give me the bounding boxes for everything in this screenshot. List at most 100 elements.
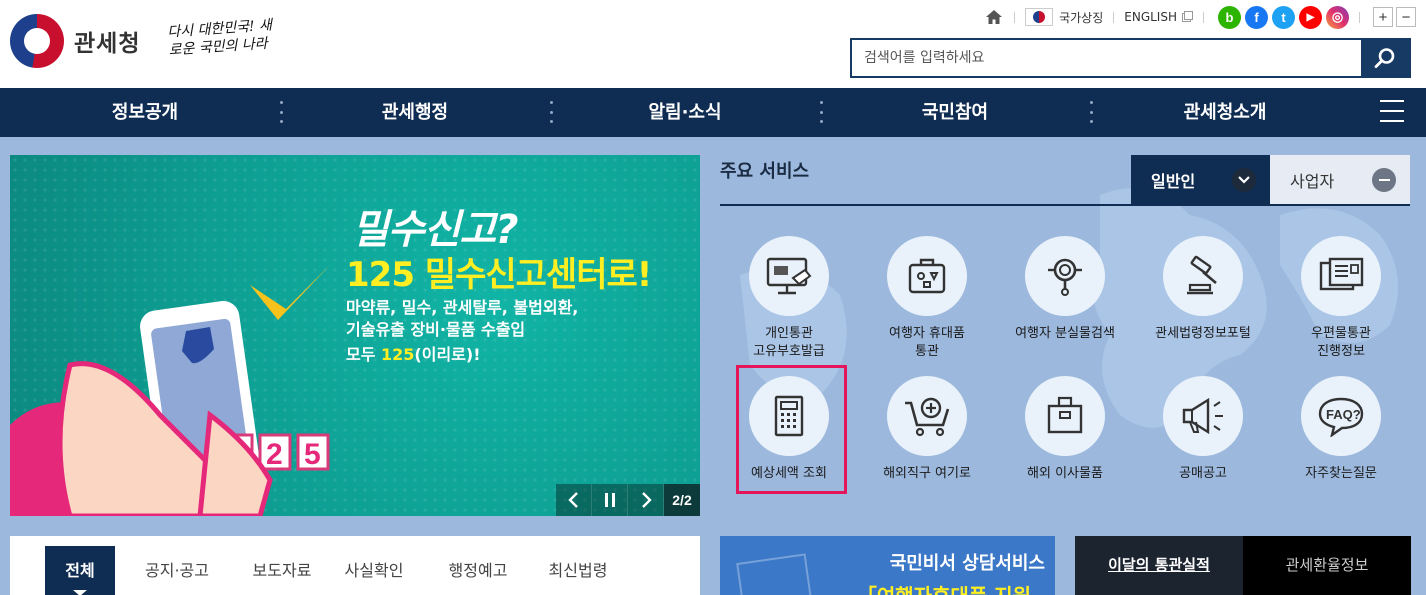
- banner-highlight: 125: [381, 345, 415, 364]
- nav-about[interactable]: 관세청소개: [1105, 88, 1345, 137]
- service-label: 관세법령정보포털: [1155, 326, 1251, 341]
- twitter-icon[interactable]: t: [1272, 5, 1295, 29]
- youtube-icon[interactable]: ▶: [1299, 5, 1322, 29]
- minus-icon: [1372, 168, 1396, 192]
- service-moving-goods[interactable]: 해외 이사물품: [996, 376, 1134, 483]
- box-icon: [1025, 376, 1105, 456]
- search-box: [850, 38, 1411, 78]
- facebook-icon[interactable]: f: [1245, 5, 1268, 29]
- blog-icon[interactable]: b: [1218, 5, 1241, 29]
- banner-text: (이리로)!: [414, 345, 481, 364]
- zoom-in-button[interactable]: +: [1373, 7, 1393, 27]
- banner-description-line: 기술유출 장비·물품 수출입: [346, 320, 526, 339]
- service-label: 해외직구 여기로: [883, 466, 971, 481]
- slide-controls: 2/2: [556, 484, 700, 516]
- service-label: 공매공고: [1179, 466, 1227, 481]
- tab-business[interactable]: 사업자: [1270, 155, 1410, 204]
- megaphone-icon: [1163, 376, 1243, 456]
- tab-general-public[interactable]: 일반인: [1131, 155, 1270, 204]
- english-link[interactable]: ENGLISH: [1124, 10, 1177, 24]
- phone-digit: 5: [304, 438, 321, 471]
- faq-icon: FAQ?: [1301, 376, 1381, 456]
- nav-info-disclosure[interactable]: 정보공개: [25, 88, 265, 137]
- tab-label: 이달의 통관실적: [1108, 556, 1210, 574]
- phone-digit: 2: [266, 438, 283, 471]
- tab-label: 사업자: [1290, 171, 1335, 191]
- tab-latest-laws[interactable]: 최신법령: [528, 536, 628, 595]
- nav-divider: [819, 101, 823, 123]
- chevron-left-icon: [567, 492, 578, 508]
- tab-label: 일반인: [1151, 171, 1196, 191]
- service-faq[interactable]: FAQ? 자주찾는질문: [1272, 376, 1410, 483]
- national-symbol-link[interactable]: 국가상징: [1059, 9, 1103, 26]
- service-postal-customs[interactable]: 우편물통관 진행정보: [1272, 236, 1410, 361]
- search-input[interactable]: [852, 40, 1361, 76]
- service-direct-purchase[interactable]: 해외직구 여기로: [858, 376, 996, 483]
- hamburger-menu-icon[interactable]: [1380, 100, 1404, 122]
- service-traveler-luggage[interactable]: 여행자 휴대품 통관: [858, 236, 996, 361]
- banner-description-last: 모두 125(이리로)!: [346, 341, 481, 365]
- counsel-title: 국민비서 상담서비스: [889, 553, 1045, 574]
- nav-participation[interactable]: 국민참여: [835, 88, 1075, 137]
- service-lost-and-found[interactable]: 여행자 분실물검색: [996, 236, 1134, 343]
- header: 관세청 다시 대한민국! 새로운 국민의 나라 국가상징 ENGLISH b f…: [0, 0, 1426, 88]
- service-public-auction[interactable]: 공매공고: [1134, 376, 1272, 483]
- service-law-portal[interactable]: 관세법령정보포털: [1134, 236, 1272, 343]
- divider: [1359, 11, 1360, 23]
- chevron-down-icon: [1232, 168, 1256, 192]
- search-button[interactable]: [1361, 40, 1409, 76]
- tab-all[interactable]: 전체: [45, 546, 115, 595]
- tab-monthly-clearance[interactable]: 이달의 통관실적: [1075, 536, 1243, 595]
- divider: [1014, 11, 1016, 23]
- notice-board: 전체 공지·공고 보도자료 사실확인 행정예고 최신법령: [10, 536, 700, 595]
- nav-divider: [279, 101, 283, 123]
- tab-admin-notice[interactable]: 행정예고: [428, 536, 528, 595]
- nav-customs-admin[interactable]: 관세행정: [295, 88, 535, 137]
- flag-icon: [1025, 8, 1054, 26]
- nav-news[interactable]: 알림·소식: [565, 88, 805, 137]
- ai-assistant-banner[interactable]: 국민비서 상담서비스 「여행자휴대품 지원: [720, 536, 1055, 595]
- banner-description-line: 마약류, 밀수, 관세탈루, 불법외환,: [346, 298, 579, 317]
- service-label: 자주찾는질문: [1305, 466, 1377, 481]
- search-icon: [1374, 48, 1395, 69]
- nav-divider: [549, 101, 553, 123]
- next-slide-button[interactable]: [628, 484, 664, 516]
- divider: [1203, 11, 1204, 23]
- suitcase-icon: [887, 236, 967, 316]
- service-label: 여행자 휴대품 통관: [889, 326, 965, 359]
- home-icon[interactable]: [984, 7, 1004, 27]
- computer-card-icon: [749, 236, 829, 316]
- tab-announcements[interactable]: 공지·공고: [127, 536, 227, 595]
- slogan: 다시 대한민국! 새로운 국민의 나라: [166, 17, 273, 59]
- counsel-subtitle: 「여행자휴대품 지원: [857, 580, 1031, 595]
- pause-slide-button[interactable]: [592, 484, 628, 516]
- kcs-logo[interactable]: 관세청: [10, 14, 140, 68]
- chevron-right-icon: [641, 492, 652, 508]
- gavel-icon: [1163, 236, 1243, 316]
- cart-icon: [887, 376, 967, 456]
- main-nav: 정보공개 관세행정 알림·소식 국민참여 관세청소개: [0, 88, 1426, 137]
- nav-divider: [1089, 101, 1093, 123]
- new-window-icon: [1182, 11, 1193, 22]
- tab-fact-check[interactable]: 사실확인: [324, 536, 424, 595]
- phone-hand-illustration: 1 2 5: [10, 265, 330, 516]
- mail-doc-icon: [1301, 236, 1381, 316]
- divider: [1113, 11, 1115, 23]
- service-label: 여행자 분실물검색: [1015, 326, 1115, 341]
- highlight-annotation: [736, 365, 847, 494]
- ticket-icon: [736, 553, 814, 595]
- utility-bar: 국가상징 ENGLISH b f t ▶ ◎ + −: [984, 5, 1416, 29]
- instagram-icon[interactable]: ◎: [1326, 5, 1349, 29]
- zoom-out-button[interactable]: −: [1396, 7, 1416, 27]
- service-personal-customs-code[interactable]: 개인통관 고유부호발급: [720, 236, 858, 361]
- tab-press-releases[interactable]: 보도자료: [232, 536, 332, 595]
- main-banner[interactable]: 1 2 5 밀수신고? 125 밀수신고센터로! 마약류, 밀수, 관세탈루, …: [10, 155, 700, 516]
- service-label: 우편물통관 진행정보: [1311, 326, 1371, 359]
- services-divider: [720, 204, 1410, 206]
- banner-subheadline: 125 밀수신고센터로!: [346, 255, 652, 295]
- tab-exchange-rate[interactable]: 관세환율정보: [1243, 536, 1411, 595]
- pause-icon: [604, 493, 615, 507]
- svg-text:FAQ?: FAQ?: [1326, 407, 1361, 422]
- taegeuk-emblem-icon: [10, 14, 64, 68]
- prev-slide-button[interactable]: [556, 484, 592, 516]
